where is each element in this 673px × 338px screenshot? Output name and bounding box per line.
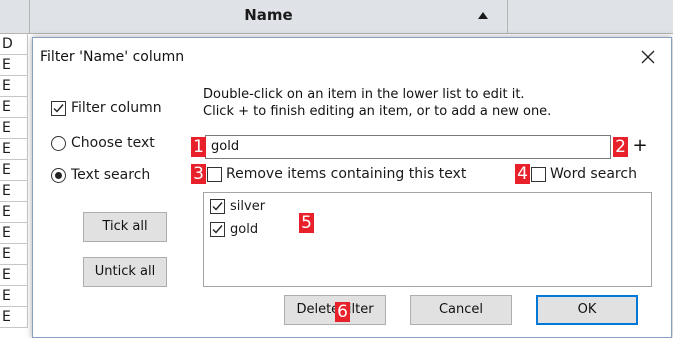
instructions-text: Double-click on an item in the lower lis… <box>203 86 551 120</box>
annotation-marker-5: 5 <box>299 213 314 233</box>
grid-row-label: E <box>0 118 28 139</box>
word-search-checkbox[interactable]: Word search <box>531 166 637 182</box>
text-search-label: Text search <box>71 167 151 183</box>
grid-row-label: E <box>0 76 28 97</box>
annotation-marker-1: 1 <box>191 137 206 157</box>
filter-dialog: Filter 'Name' column Filter column Choos… <box>32 37 672 338</box>
ok-button[interactable]: OK <box>536 295 638 325</box>
grid-row-label: E <box>0 307 28 328</box>
untick-all-button[interactable]: Untick all <box>83 257 167 287</box>
filter-column-label: Filter column <box>71 100 162 116</box>
checkbox-checked-icon <box>210 222 225 237</box>
checkbox-checked-icon <box>210 199 225 214</box>
grid-row-label: D <box>0 34 28 55</box>
remove-items-checkbox[interactable]: Remove items containing this text <box>207 166 466 182</box>
row-number-header <box>0 0 30 34</box>
grid-row-label: E <box>0 223 28 244</box>
text-search-radio[interactable]: Text search <box>51 167 150 183</box>
name-column-header[interactable]: Name <box>30 0 508 34</box>
radio-unselected-icon <box>51 135 66 151</box>
search-text-input[interactable]: gold <box>205 135 611 159</box>
filter-column-checkbox[interactable]: Filter column <box>51 100 162 116</box>
grid-row-label: E <box>0 202 28 223</box>
grid-row-label: E <box>0 181 28 202</box>
tick-all-button[interactable]: Tick all <box>83 212 167 242</box>
checkbox-unchecked-icon <box>531 166 546 182</box>
name-column-title: Name <box>244 6 293 24</box>
grid-row-label: E <box>0 265 28 286</box>
dialog-titlebar[interactable]: Filter 'Name' column <box>33 38 671 78</box>
sort-ascending-icon <box>478 12 488 19</box>
checkbox-unchecked-icon <box>207 166 222 182</box>
filter-items-list[interactable]: silver gold <box>203 192 652 287</box>
list-item-silver[interactable]: silver <box>210 199 265 214</box>
cancel-button[interactable]: Cancel <box>410 295 512 325</box>
grid-row-label: E <box>0 286 28 307</box>
remove-items-label: Remove items containing this text <box>226 166 467 182</box>
list-item-label: gold <box>230 222 259 237</box>
radio-selected-icon <box>51 167 66 183</box>
list-item-gold[interactable]: gold <box>210 222 258 237</box>
grid-row-label: E <box>0 97 28 118</box>
instructions-line-2: Click + to finish editing an item, or to… <box>203 104 552 119</box>
dialog-title: Filter 'Name' column <box>40 49 185 65</box>
annotation-marker-6: 6 <box>335 302 350 322</box>
annotation-marker-4: 4 <box>515 164 530 184</box>
annotation-marker-3: 3 <box>191 164 206 184</box>
annotation-marker-2: 2 <box>613 137 628 157</box>
instructions-line-1: Double-click on an item in the lower lis… <box>203 87 525 102</box>
add-item-button[interactable]: + <box>629 135 651 159</box>
row-labels: D E E E E E E E E E E E E E <box>0 34 28 338</box>
grid-header: Name <box>0 0 673 34</box>
choose-text-radio[interactable]: Choose text <box>51 135 155 151</box>
choose-text-label: Choose text <box>71 135 155 151</box>
grid-row-label: E <box>0 55 28 76</box>
close-icon[interactable] <box>639 48 657 66</box>
word-search-label: Word search <box>550 166 637 182</box>
grid-row-label: E <box>0 160 28 181</box>
grid-row-label: E <box>0 244 28 265</box>
grid-row-label: E <box>0 139 28 160</box>
checkbox-checked-icon <box>51 100 66 116</box>
list-item-label: silver <box>230 199 266 214</box>
